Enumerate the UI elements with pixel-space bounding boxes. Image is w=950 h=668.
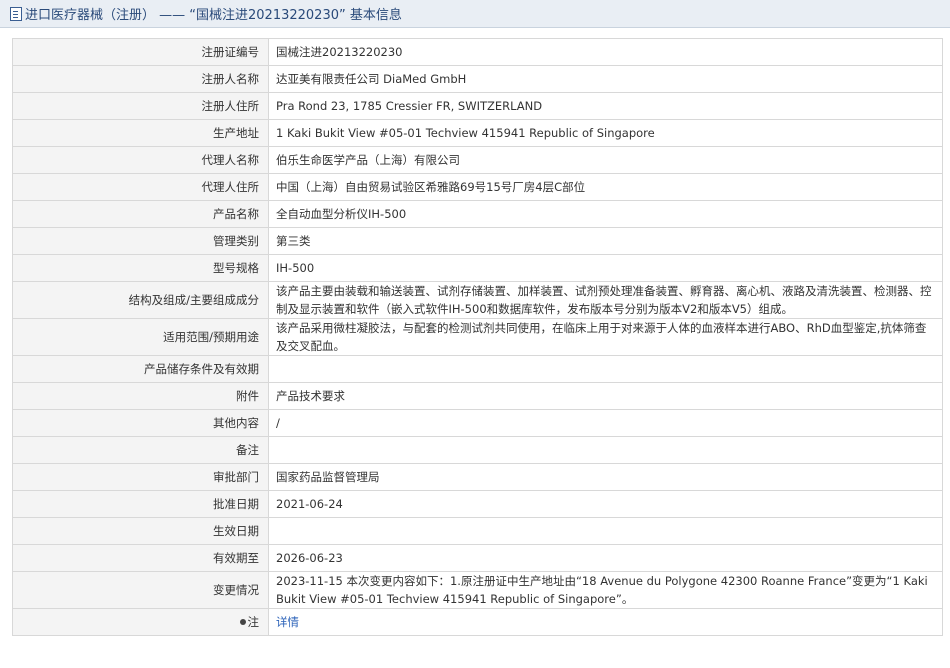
table-row: 注册人住所 Pra Rond 23, 1785 Cressier FR, SWIT… <box>12 92 943 120</box>
field-value: 1 Kaki Bukit View #05-01 Techview 415941… <box>268 119 943 147</box>
field-label: 代理人住所 <box>12 173 269 201</box>
table-row: 代理人名称 伯乐生命医学产品（上海）有限公司 <box>12 146 943 174</box>
field-label: 产品名称 <box>12 200 269 228</box>
field-value: 国械注进20213220230 <box>268 38 943 66</box>
table-row: 注册证编号 国械注进20213220230 <box>12 38 943 66</box>
detail-link[interactable]: 详情 <box>276 615 299 629</box>
field-label: 适用范围/预期用途 <box>12 318 269 356</box>
field-value: 伯乐生命医学产品（上海）有限公司 <box>268 146 943 174</box>
field-label: 生效日期 <box>12 517 269 545</box>
field-label: 管理类别 <box>12 227 269 255</box>
field-label: 产品储存条件及有效期 <box>12 355 269 383</box>
field-label: 有效期至 <box>12 544 269 572</box>
field-value <box>268 517 943 545</box>
field-value: 该产品采用微柱凝胶法，与配套的检测试剂共同使用，在临床上用于对来源于人体的血液样… <box>268 318 943 356</box>
table-row: 产品储存条件及有效期 <box>12 355 943 383</box>
field-value: 第三类 <box>268 227 943 255</box>
field-value: Pra Rond 23, 1785 Cressier FR, SWITZERLA… <box>268 92 943 120</box>
page-header: 进口医疗器械（注册） —— “国械注进20213220230” 基本信息 <box>0 0 950 28</box>
field-label: 注册人住所 <box>12 92 269 120</box>
field-value: 全自动血型分析仪IH-500 <box>268 200 943 228</box>
field-value: 该产品主要由装载和输送装置、试剂存储装置、加样装置、试剂预处理准备装置、孵育器、… <box>268 281 943 319</box>
field-label: 变更情况 <box>12 571 269 609</box>
field-label: 注册证编号 <box>12 38 269 66</box>
table-row: 产品名称 全自动血型分析仪IH-500 <box>12 200 943 228</box>
field-value: 国家药品监督管理局 <box>268 463 943 491</box>
field-label: 代理人名称 <box>12 146 269 174</box>
field-label: 备注 <box>12 436 269 464</box>
field-label: 批准日期 <box>12 490 269 518</box>
field-label: 审批部门 <box>12 463 269 491</box>
pin-icon <box>239 618 246 625</box>
table-row: 生产地址 1 Kaki Bukit View #05-01 Techview 41… <box>12 119 943 147</box>
info-table: 注册证编号 国械注进20213220230 注册人名称 达亚美有限责任公司 DiaM… <box>12 38 943 636</box>
field-value <box>268 355 943 383</box>
table-row: 批准日期 2021-06-24 <box>12 490 943 518</box>
table-row: 生效日期 <box>12 517 943 545</box>
note-value-cell: 详情 <box>268 608 943 636</box>
field-value <box>268 436 943 464</box>
table-row: 审批部门 国家药品监督管理局 <box>12 463 943 491</box>
field-label: 其他内容 <box>12 409 269 437</box>
table-row: 型号规格 IH-500 <box>12 254 943 282</box>
field-label: 附件 <box>12 382 269 410</box>
table-row: 注 详情 <box>12 608 943 636</box>
field-value: 产品技术要求 <box>268 382 943 410</box>
table-row: 注册人名称 达亚美有限责任公司 DiaMed GmbH <box>12 65 943 93</box>
field-value: / <box>268 409 943 437</box>
table-row: 附件 产品技术要求 <box>12 382 943 410</box>
document-icon <box>10 6 22 21</box>
field-value: 2026-06-23 <box>268 544 943 572</box>
table-row: 有效期至 2026-06-23 <box>12 544 943 572</box>
table-row: 变更情况 2023-11-15 本次变更内容如下：1.原注册证中生产地址由“18 … <box>12 571 943 609</box>
field-label: 生产地址 <box>12 119 269 147</box>
field-label: 注册人名称 <box>12 65 269 93</box>
field-label: 结构及组成/主要组成成分 <box>12 281 269 319</box>
field-value: 达亚美有限责任公司 DiaMed GmbH <box>268 65 943 93</box>
field-label: 型号规格 <box>12 254 269 282</box>
field-value: 2023-11-15 本次变更内容如下：1.原注册证中生产地址由“18 Aven… <box>268 571 943 609</box>
table-row: 备注 <box>12 436 943 464</box>
field-value: IH-500 <box>268 254 943 282</box>
note-label-cell: 注 <box>12 608 269 636</box>
note-label: 注 <box>247 615 260 629</box>
page-title: 进口医疗器械（注册） —— “国械注进20213220230” 基本信息 <box>25 8 402 23</box>
field-value: 中国（上海）自由贸易试验区希雅路69号15号厂房4层C部位 <box>268 173 943 201</box>
table-row: 适用范围/预期用途 该产品采用微柱凝胶法，与配套的检测试剂共同使用，在临床上用于对… <box>12 318 943 356</box>
table-row: 代理人住所 中国（上海）自由贸易试验区希雅路69号15号厂房4层C部位 <box>12 173 943 201</box>
field-value: 2021-06-24 <box>268 490 943 518</box>
table-row: 其他内容 / <box>12 409 943 437</box>
table-row: 结构及组成/主要组成成分 该产品主要由装载和输送装置、试剂存储装置、加样装置、试剂… <box>12 281 943 319</box>
table-row: 管理类别 第三类 <box>12 227 943 255</box>
